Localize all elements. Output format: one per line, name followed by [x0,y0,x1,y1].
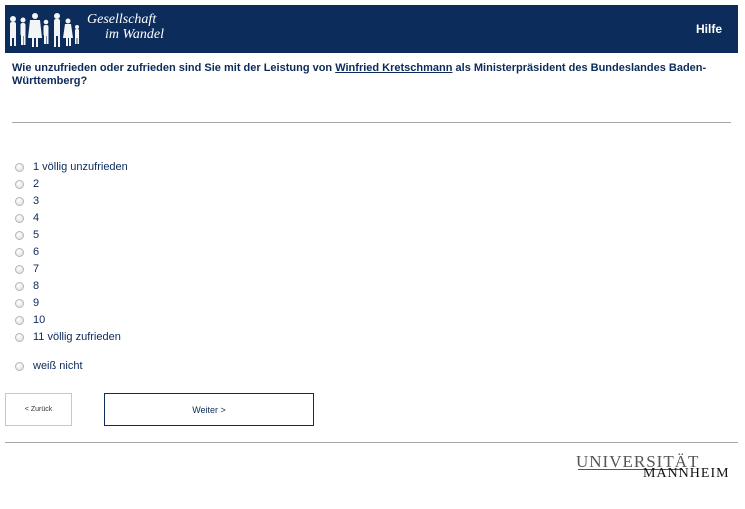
option-1[interactable]: 1 völlig unzufrieden [15,160,128,174]
question-text: Wie unzufrieden oder zufrieden sind Sie … [12,62,727,88]
option-label: 8 [33,280,40,292]
radio-button[interactable] [15,298,24,308]
question-text-before: Wie unzufrieden oder zufrieden sind Sie … [12,62,336,74]
option-8[interactable]: 8 [15,279,39,293]
option-3[interactable]: 3 [15,194,39,208]
option-4[interactable]: 4 [15,211,39,225]
option-11[interactable]: 11 völlig zufrieden [15,330,121,344]
option-dont-know[interactable]: weiß nicht [15,359,83,373]
radio-button[interactable] [15,179,24,189]
divider-bottom [5,442,738,443]
radio-button[interactable] [15,162,24,172]
option-label: 7 [33,263,40,275]
radio-button[interactable] [15,332,24,342]
logo-text-line2: im Wandel [105,27,164,42]
option-10[interactable]: 10 [15,313,45,327]
divider-top [12,122,731,123]
radio-button[interactable] [15,361,24,371]
next-button[interactable]: Weiter > [104,393,314,426]
silhouette-people-icon [10,13,79,47]
option-label: 2 [33,178,40,190]
option-2[interactable]: 2 [15,177,39,191]
radio-button[interactable] [15,315,24,325]
radio-button[interactable] [15,281,24,291]
back-button[interactable]: < Zurück [5,393,72,426]
option-label: 6 [33,246,40,258]
option-label: 10 [33,314,46,326]
option-9[interactable]: 9 [15,296,39,310]
option-label: 11 völlig zufrieden [33,331,121,343]
logo: Gesellschaft im Wandel [5,5,185,53]
radio-button[interactable] [15,196,24,206]
radio-button[interactable] [15,213,24,223]
radio-button[interactable] [15,264,24,274]
university-logo-bottom: MANNHEIM [643,466,730,481]
university-logo: UNIVERSITÄT MANNHEIM [576,452,731,482]
logo-text-line1: Gesellschaft [87,12,157,27]
radio-button[interactable] [15,230,24,240]
radio-button[interactable] [15,247,24,257]
option-label: 4 [33,212,40,224]
option-label: 5 [33,229,40,241]
help-link[interactable]: Hilfe [696,22,722,36]
option-5[interactable]: 5 [15,228,39,242]
option-label: 3 [33,195,40,207]
option-label: 1 völlig unzufrieden [33,161,128,173]
option-label: 9 [33,297,40,309]
option-7[interactable]: 7 [15,262,39,276]
person-link[interactable]: Winfried Kretschmann [335,62,452,74]
option-6[interactable]: 6 [15,245,39,259]
option-label: weiß nicht [33,360,83,372]
header-bar: Gesellschaft im Wandel Hilfe [5,5,738,53]
